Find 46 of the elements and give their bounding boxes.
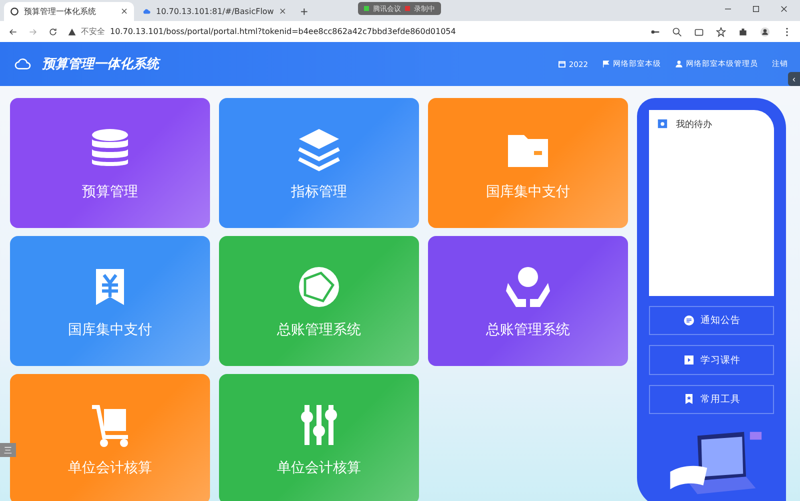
new-tab-button[interactable]: +: [294, 2, 314, 21]
flag-icon: [602, 60, 610, 68]
tile-label: 国库集中支付: [68, 321, 152, 339]
tile-label: 国库集中支付: [486, 183, 570, 201]
tile-label: 指标管理: [291, 183, 347, 201]
close-icon: [780, 4, 788, 12]
security-label: 不安全: [81, 26, 105, 37]
browser-tab[interactable]: 预算管理一体化系统 ×: [4, 2, 134, 21]
tab-title: 10.70.13.101:81/#/BasicFlow: [156, 7, 274, 16]
zoom-icon: [672, 26, 682, 36]
url-text: 10.70.13.101/boss/portal/portal.html?tokenid=b4ee8cc862a42c7bbd3efde860d01054: [110, 27, 456, 36]
back-icon: [8, 26, 18, 36]
sidebar-toggle[interactable]: 三: [0, 443, 16, 457]
tab-close-button[interactable]: ×: [120, 6, 128, 16]
collapse-toggle[interactable]: ‹: [788, 72, 800, 86]
maximize-icon: [752, 4, 760, 12]
tile-label: 预算管理: [82, 183, 138, 201]
tile-label: 单位会计核算: [277, 459, 361, 477]
user-icon: [675, 60, 683, 68]
warning-icon: [68, 28, 76, 36]
bookmark-icon: [682, 393, 694, 406]
todo-title: 我的待办: [676, 118, 712, 131]
module-tile[interactable]: 指标管理: [219, 98, 419, 228]
tile-label: 总账管理系统: [486, 321, 570, 339]
tile-label: 单位会计核算: [68, 459, 152, 477]
module-tile[interactable]: 预算管理: [10, 98, 210, 228]
cloud-icon: [142, 7, 151, 16]
tab-title: 预算管理一体化系统: [24, 6, 97, 17]
module-tile[interactable]: 单位会计核算: [219, 374, 419, 501]
tile-label: 总账管理系统: [277, 321, 361, 339]
side-button[interactable]: 通知公告: [649, 306, 774, 336]
play-icon: [682, 354, 694, 366]
module-tile[interactable]: 总账管理系统: [428, 236, 628, 366]
profile-icon: [760, 26, 770, 36]
side-button[interactable]: 常用工具: [649, 384, 774, 414]
star-icon: [716, 26, 726, 36]
reload-icon: [48, 26, 58, 36]
chat-icon: [682, 314, 694, 327]
browser-tab[interactable]: 10.70.13.101:81/#/BasicFlow ×: [136, 2, 292, 21]
module-tile[interactable]: 国库集中支付: [10, 236, 210, 366]
tab-close-button[interactable]: ×: [278, 6, 286, 16]
calendar-icon: [558, 60, 566, 68]
forward-icon: [28, 26, 38, 36]
side-button[interactable]: 学习课件: [649, 345, 774, 375]
module-tile[interactable]: 总账管理系统: [219, 236, 419, 366]
app-title: 预算管理一体化系统: [42, 56, 159, 73]
